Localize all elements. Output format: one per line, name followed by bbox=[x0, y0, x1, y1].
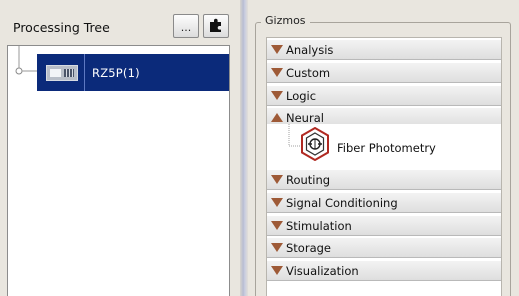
chevron-down-icon bbox=[271, 91, 283, 100]
chevron-down-icon bbox=[271, 175, 283, 184]
browse-button[interactable]: ... bbox=[173, 14, 199, 38]
category-stimulation[interactable]: Stimulation bbox=[267, 216, 501, 236]
gizmo-fiber-photometry[interactable]: Fiber Photometry bbox=[267, 124, 501, 170]
chevron-down-icon bbox=[271, 243, 283, 252]
category-label: Visualization bbox=[286, 263, 359, 278]
panel-splitter[interactable] bbox=[240, 0, 248, 296]
fiber-photometry-icon bbox=[300, 126, 330, 164]
processing-tree[interactable]: RZ5P(1) bbox=[7, 45, 230, 296]
chevron-down-icon bbox=[271, 68, 283, 77]
puzzle-piece-icon bbox=[208, 17, 224, 36]
category-storage[interactable]: Storage bbox=[267, 238, 501, 258]
category-visualization[interactable]: Visualization bbox=[267, 261, 501, 281]
tree-node-label: RZ5P(1) bbox=[92, 65, 140, 80]
category-label: Analysis bbox=[286, 42, 334, 57]
category-label: Custom bbox=[286, 65, 331, 80]
chevron-down-icon bbox=[271, 198, 283, 207]
category-label: Logic bbox=[286, 88, 317, 103]
node-separator bbox=[84, 54, 85, 91]
category-label: Storage bbox=[286, 240, 331, 255]
category-custom[interactable]: Custom bbox=[267, 63, 501, 83]
category-logic[interactable]: Logic bbox=[267, 86, 501, 106]
tree-node-rz5p[interactable]: RZ5P(1) bbox=[37, 54, 229, 91]
category-analysis[interactable]: Analysis bbox=[267, 40, 501, 60]
category-signal-conditioning[interactable]: Signal Conditioning bbox=[267, 193, 501, 213]
category-label: Routing bbox=[286, 172, 331, 187]
chevron-down-icon bbox=[271, 266, 283, 275]
processing-tree-title: Processing Tree bbox=[13, 20, 110, 35]
category-label: Signal Conditioning bbox=[286, 195, 398, 210]
gizmos-list: Analysis Custom Logic Neural Fiber Photo… bbox=[266, 37, 502, 296]
add-hardware-button[interactable] bbox=[203, 14, 229, 38]
rz-device-icon bbox=[46, 64, 78, 81]
chevron-up-icon bbox=[271, 113, 283, 122]
category-routing[interactable]: Routing bbox=[267, 170, 501, 190]
gizmos-legend: Gizmos bbox=[261, 14, 310, 27]
gizmo-label: Fiber Photometry bbox=[337, 141, 436, 155]
processing-tree-panel: Processing Tree ... RZ5P(1) bbox=[0, 0, 240, 296]
chevron-down-icon bbox=[271, 221, 283, 230]
tree-connector-lines bbox=[288, 124, 300, 147]
category-label: Stimulation bbox=[286, 218, 352, 233]
category-label: Neural bbox=[286, 110, 324, 125]
chevron-down-icon bbox=[271, 45, 283, 54]
